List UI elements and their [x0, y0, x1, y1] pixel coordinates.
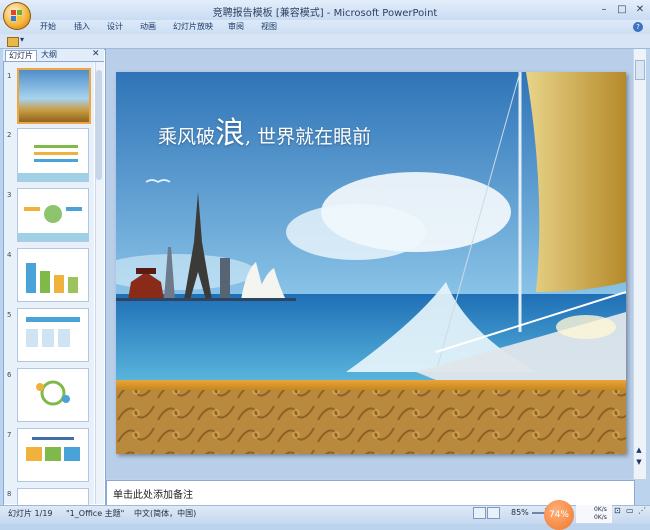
tab-review[interactable]: 审阅: [228, 21, 244, 32]
slide-thumbnail-3[interactable]: [17, 188, 89, 242]
notes-placeholder[interactable]: 单击此处添加备注: [113, 486, 193, 501]
thumbnail-content-icon: [26, 317, 80, 347]
zoom-level[interactable]: 85%: [511, 508, 529, 517]
fit-window-button[interactable]: ⊡: [614, 506, 621, 515]
close-button[interactable]: ✕: [632, 4, 648, 16]
thumbnail-content-icon: [18, 145, 88, 181]
slide-thumbnail-7[interactable]: [17, 428, 89, 482]
slide-number: 5: [7, 311, 12, 319]
tab-slides[interactable]: 幻灯片: [5, 50, 37, 61]
slide-number: 1: [7, 72, 12, 80]
customize-qat-icon[interactable]: ▾: [20, 35, 24, 44]
ribbon-tab-bar: [0, 20, 650, 34]
slide-thumbnail-8[interactable]: [17, 488, 89, 506]
language-indicator[interactable]: 中文(简体，中国): [134, 508, 196, 519]
maximize-button[interactable]: □: [614, 4, 630, 16]
panel-scroll-thumb[interactable]: [96, 70, 102, 180]
normal-view-button[interactable]: [473, 507, 486, 519]
thumbnail-content-icon: [36, 380, 70, 406]
performance-badge[interactable]: 74%: [544, 500, 574, 530]
office-button[interactable]: [3, 2, 31, 30]
window-toggle-button[interactable]: ▭: [626, 506, 634, 515]
slide-thumbnail-5[interactable]: [17, 308, 89, 362]
slide-thumbnail-1[interactable]: [17, 68, 91, 124]
slide-thumbnail-4[interactable]: [17, 248, 89, 302]
headline-text-2: , 世界就在眼前: [245, 126, 372, 148]
previous-slide-icon[interactable]: ▲: [634, 446, 644, 454]
slide-number: 4: [7, 251, 12, 259]
open-folder-icon[interactable]: [7, 37, 19, 47]
slide-scroll-thumb[interactable]: [635, 60, 645, 80]
tab-view[interactable]: 视图: [261, 21, 277, 32]
window-title: 竞聘报告模板 [兼容模式] - Microsoft PowerPoint: [212, 8, 438, 19]
next-slide-icon[interactable]: ▼: [634, 458, 644, 466]
tab-home[interactable]: 开始: [40, 21, 56, 32]
office-logo-icon: [11, 10, 22, 21]
slide-thumbnail-2[interactable]: [17, 128, 89, 182]
thumbnail-content-icon: [18, 205, 88, 241]
resize-grip-icon: ⋰: [638, 506, 646, 515]
headline-emphasis: 浪: [215, 116, 246, 151]
slide-counter: 幻灯片 1/19: [8, 509, 53, 518]
slide-headline[interactable]: 乘风破浪, 世界就在眼前: [158, 108, 371, 152]
network-down-rate: 0K/s: [594, 514, 607, 521]
help-icon[interactable]: ?: [633, 22, 643, 32]
slide-scrollbar[interactable]: [633, 49, 646, 479]
panel-close-icon[interactable]: ✕: [92, 49, 100, 59]
slide-sorter-button[interactable]: [487, 507, 500, 519]
headline-text: 乘风破: [158, 126, 216, 148]
slide-thumbnail-6[interactable]: [17, 368, 89, 422]
slide-number: 8: [7, 490, 12, 498]
tab-design[interactable]: 设计: [107, 21, 123, 32]
slide-number: 3: [7, 191, 12, 199]
tab-outline[interactable]: 大纲: [38, 50, 60, 60]
slide-number: 7: [7, 431, 12, 439]
network-up-rate: 0K/s: [594, 506, 607, 513]
tab-animations[interactable]: 动画: [140, 21, 156, 32]
slide-number: 6: [7, 371, 12, 379]
tab-slideshow[interactable]: 幻灯片放映: [173, 21, 213, 32]
tab-insert[interactable]: 插入: [74, 21, 90, 32]
thumbnail-content-icon: [26, 263, 78, 293]
minimize-button[interactable]: –: [596, 4, 612, 16]
theme-name: "1_Office 主题": [66, 509, 125, 518]
thumbnail-content-icon: [26, 437, 80, 461]
slide-number: 2: [7, 131, 12, 139]
quick-access-toolbar: [0, 34, 650, 49]
